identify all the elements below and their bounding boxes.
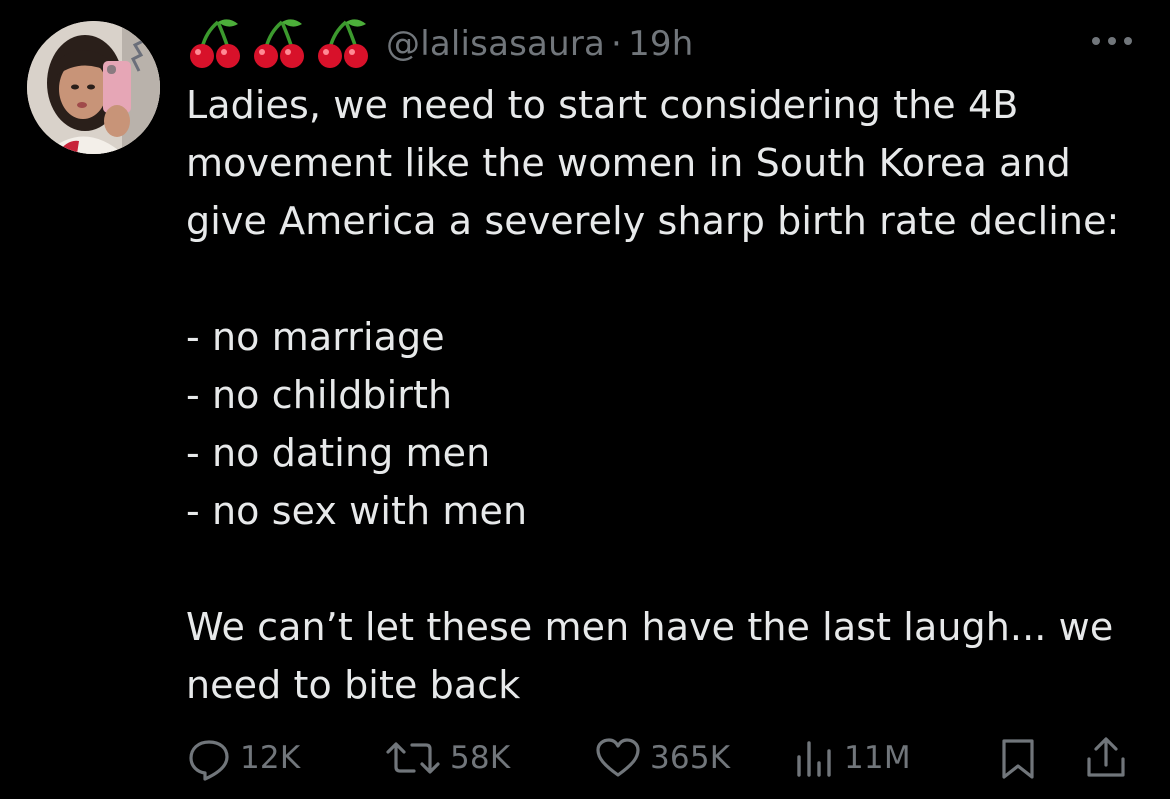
display-name[interactable]	[188, 18, 372, 70]
list-item: - no childbirth	[186, 373, 453, 417]
repost-icon	[386, 742, 440, 774]
views-count: 11M	[844, 740, 911, 776]
like-button[interactable]: 365K	[594, 728, 730, 788]
cherry-emoji-icon	[254, 19, 304, 68]
separator-dot: ·	[611, 24, 623, 64]
like-count: 365K	[650, 740, 731, 776]
list-item: - no dating men	[186, 431, 491, 475]
reply-button[interactable]: 12K	[186, 728, 300, 788]
views-button[interactable]: 11M	[794, 728, 911, 788]
more-options-button[interactable]	[1086, 26, 1138, 56]
share-button[interactable]	[1084, 728, 1128, 788]
tweet-text-line: need to bite back	[186, 663, 521, 707]
cherry-emoji-icon	[190, 19, 240, 68]
list-item: - no marriage	[186, 315, 445, 359]
bookmark-button[interactable]	[998, 728, 1038, 788]
action-bar: 12K 58K 365K 11M	[186, 728, 1146, 788]
more-dots-icon	[1092, 37, 1132, 45]
tweet-text: Ladies, we need to start considering the…	[186, 76, 1146, 714]
heart-icon	[596, 738, 640, 777]
tweet-text-line: We can’t let these men have the last lau…	[186, 605, 1114, 649]
repost-count: 58K	[450, 740, 511, 776]
repost-button[interactable]: 58K	[384, 728, 510, 788]
cherry-emoji-icon	[318, 19, 368, 68]
bookmark-icon	[1002, 739, 1034, 779]
avatar[interactable]	[27, 21, 160, 154]
tweet-text-line: movement like the women in South Korea a…	[186, 141, 1071, 185]
tweet-text-line: Ladies, we need to start considering the…	[186, 83, 1019, 127]
tweet-text-line: give America a severely sharp birth rate…	[186, 199, 1120, 243]
share-icon	[1087, 737, 1125, 777]
avatar-image	[27, 21, 160, 154]
tweet: @lalisasaura · 19h Ladies, we need to st…	[0, 0, 1170, 799]
timestamp[interactable]: 19h	[628, 24, 693, 64]
views-icon	[797, 741, 831, 777]
reply-icon	[189, 740, 229, 781]
user-handle[interactable]: @lalisasaura	[386, 24, 605, 64]
tweet-header: @lalisasaura · 19h	[188, 14, 693, 74]
reply-count: 12K	[240, 740, 301, 776]
list-item: - no sex with men	[186, 489, 528, 533]
